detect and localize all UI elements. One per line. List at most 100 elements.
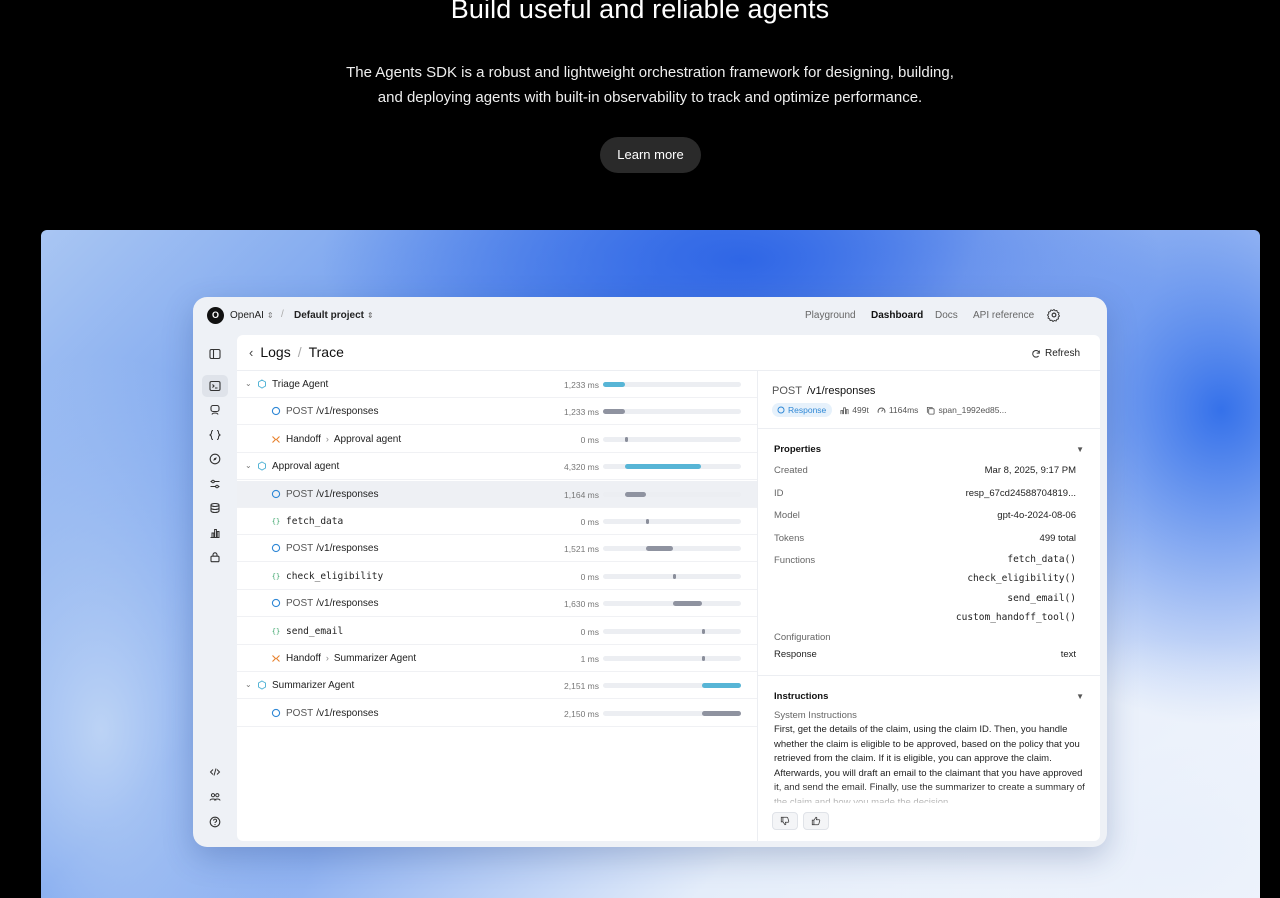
response-icon (271, 708, 281, 717)
latency-meta: 1164ms (877, 405, 919, 415)
trace-row-agent[interactable]: ⌄ Triage Agent 1,233 ms (237, 371, 757, 398)
sidebar-toggle-icon[interactable] (202, 343, 228, 365)
prop-id-value: resp_67cd24588704819... (965, 488, 1076, 499)
span-id-meta[interactable]: span_1992ed85... (926, 405, 1007, 415)
learn-more-button[interactable]: Learn more (600, 137, 701, 173)
http-method: POST (286, 598, 314, 610)
help-icon[interactable] (202, 811, 228, 833)
compass-icon[interactable] (202, 448, 228, 470)
dashboard-window: O OpenAI ⇕ / Default project ⇕ Playground … (193, 297, 1107, 847)
svg-text:{}: {} (272, 627, 280, 635)
chevron-down-icon[interactable]: ▼ (1076, 692, 1084, 701)
row-text: Handoff (286, 433, 321, 445)
span-detail: POST/v1/responses Response 499t 1164ms s… (758, 371, 1100, 841)
trace-row-function[interactable]: {} check_eligibility 0 ms (237, 563, 757, 590)
thumbs-up-icon (811, 816, 821, 826)
prop-tokens-value: 499 total (1039, 533, 1076, 544)
breadcrumb-logs[interactable]: Logs (260, 344, 290, 360)
duration: 1,233 ms (564, 380, 599, 390)
function-icon: {} (272, 518, 280, 526)
breadcrumb: ‹ Logs / Trace (249, 344, 344, 360)
row-text: /v1/responses (316, 707, 379, 719)
span-title: POST/v1/responses (772, 385, 875, 397)
duration: 1,521 ms (564, 544, 599, 555)
row-text: Triage Agent (272, 379, 329, 390)
trace-row-handoff[interactable]: Handoff › Summarizer Agent 1 ms (237, 645, 757, 672)
duration: 0 ms (580, 626, 599, 637)
response-icon (271, 599, 281, 608)
topbar-separator: / (281, 309, 284, 320)
org-avatar[interactable]: O (207, 307, 224, 324)
trace-row-label: Triage Agent (272, 379, 328, 390)
response-icon (777, 406, 785, 414)
trace-row-response[interactable]: POST/v1/responses 1,164 ms (237, 480, 757, 508)
chevron-down-icon[interactable]: ⌄ (245, 379, 252, 388)
sliders-icon[interactable] (202, 473, 228, 495)
prop-created-value: Mar 8, 2025, 9:17 PM (984, 465, 1076, 476)
span-id: span_1992ed85... (938, 405, 1007, 415)
nav-dashboard[interactable]: Dashboard (871, 310, 923, 321)
row-text: /v1/responses (316, 598, 379, 610)
braces-icon[interactable] (202, 424, 228, 446)
detail-divider (758, 675, 1100, 676)
span-meta: Response 499t 1164ms span_1992ed85... (772, 403, 1007, 417)
database-icon[interactable] (202, 497, 228, 519)
hero-subtitle-line-1: The Agents SDK is a robust and lightweig… (346, 64, 954, 81)
timeline-track (603, 573, 741, 579)
trace-row-agent[interactable]: ⌄ Approval agent 4,320 ms (237, 453, 757, 481)
handoff-icon (272, 435, 280, 443)
thumbs-down-button[interactable] (772, 812, 798, 830)
nav-docs[interactable]: Docs (935, 310, 958, 321)
timeline-bar (625, 464, 701, 470)
http-method: POST (286, 707, 314, 719)
chevron-down-icon[interactable]: ⌄ (245, 461, 252, 470)
prop-key: Tokens (774, 533, 805, 544)
nav-playground[interactable]: Playground (805, 310, 856, 321)
trace-row-handoff[interactable]: Handoff › Approval agent 0 ms (237, 426, 757, 453)
assistant-icon[interactable] (202, 399, 228, 421)
gear-icon[interactable] (1047, 308, 1061, 322)
trace-row-response[interactable]: POST/v1/responses 1,630 ms (237, 590, 757, 618)
row-text: Handoff (286, 653, 321, 664)
trace-row-response[interactable]: POST/v1/responses 1,233 ms (237, 398, 757, 426)
breadcrumb-trace: Trace (308, 344, 344, 360)
trace-row-response[interactable]: POST/v1/responses 1,521 ms (237, 535, 757, 563)
thumbs-up-button[interactable] (803, 812, 829, 830)
lock-icon[interactable] (202, 546, 228, 568)
trace-row-label: POST/v1/responses (286, 708, 379, 719)
duration: 1,164 ms (564, 489, 599, 500)
timeline-bar (702, 656, 706, 661)
prop-key: Created (774, 465, 808, 476)
latency-value: 1164ms (888, 405, 919, 415)
timeline-bar (625, 491, 646, 497)
trace-row-function[interactable]: {} send_email 0 ms (237, 618, 757, 645)
org-switcher[interactable]: OpenAI ⇕ (230, 310, 274, 321)
chevron-left-icon[interactable]: ‹ (249, 345, 253, 360)
trace-row-function[interactable]: {} fetch_data 0 ms (237, 508, 757, 535)
chevron-down-icon[interactable]: ▼ (1076, 445, 1084, 454)
top-bar: O OpenAI ⇕ / Default project ⇕ Playground … (193, 297, 1107, 335)
chevron-right-icon: › (325, 653, 329, 663)
hero-section: Build useful and reliable agents The Age… (0, 0, 1280, 230)
instructions-heading: Instructions (774, 691, 829, 702)
code-icon[interactable] (202, 761, 228, 783)
row-text: check_eligibility (286, 570, 384, 582)
chart-icon[interactable] (202, 522, 228, 544)
refresh-button[interactable]: Refresh (1031, 348, 1080, 359)
timeline-track (603, 519, 741, 524)
trace-row-response[interactable]: POST/v1/responses 2,150 ms (237, 700, 757, 727)
row-text: /v1/responses (316, 406, 379, 418)
trace-row-agent[interactable]: ⌄ Summarizer Agent 2,151 ms (237, 672, 757, 700)
timeline-bar (673, 573, 677, 579)
duration: 2,150 ms (564, 708, 599, 719)
chevron-updown-icon: ⇕ (367, 311, 374, 320)
people-icon[interactable] (202, 786, 228, 808)
nav-api-reference[interactable]: API reference (973, 310, 1034, 321)
terminal-icon[interactable] (202, 375, 228, 397)
project-switcher[interactable]: Default project ⇕ (294, 310, 374, 321)
chevron-down-icon[interactable]: ⌄ (245, 680, 252, 689)
span-method: POST (772, 385, 802, 397)
trace-row-label: Approval agent (272, 461, 339, 472)
timeline-track (603, 436, 741, 442)
response-badge-label: Response (788, 405, 827, 415)
